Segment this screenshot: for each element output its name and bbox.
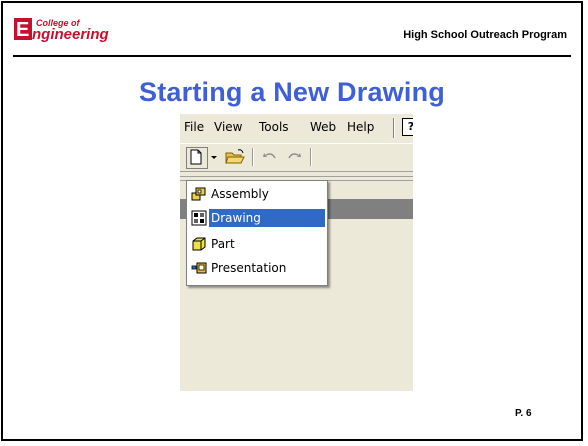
college-of-engineering-logo: E College of ngineering	[14, 18, 109, 42]
menu-web[interactable]: Web	[310, 120, 336, 134]
menu-view[interactable]: View	[214, 120, 242, 134]
drawing-icon	[191, 210, 207, 226]
undo-button[interactable]	[259, 147, 281, 167]
toolbar-separator	[252, 148, 254, 166]
menu-bar: File View Tools Web Help ?	[180, 114, 413, 141]
svg-text:E: E	[16, 19, 29, 41]
dropdown-item-label: Part	[211, 237, 235, 251]
assembly-icon	[191, 187, 206, 201]
program-title: High School Outreach Program	[403, 29, 567, 41]
app-screenshot: File View Tools Web Help ?	[180, 114, 413, 391]
dropdown-item-label: Drawing	[209, 209, 325, 227]
menu-help[interactable]: Help	[347, 120, 374, 134]
redo-icon	[288, 153, 301, 159]
slide: E College of ngineering High School Outr…	[1, 1, 583, 441]
menu-web-label: Web	[310, 120, 337, 134]
page-number: P. 6	[515, 408, 532, 419]
toolbar-separator	[310, 148, 312, 166]
redo-button[interactable]	[283, 147, 305, 167]
menu-file-label: File	[184, 120, 205, 134]
menu-tools[interactable]: Tools	[259, 120, 289, 134]
menu-separator	[393, 118, 395, 138]
dropdown-item-label: Assembly	[211, 187, 269, 201]
help-icon[interactable]: ?	[402, 118, 413, 136]
dropdown-item-part[interactable]: Part	[189, 233, 325, 255]
svg-text:ngineering: ngineering	[32, 26, 109, 42]
dropdown-arrow-icon	[211, 156, 217, 159]
new-document-button[interactable]	[186, 147, 208, 169]
dropdown-item-drawing[interactable]: Drawing	[189, 207, 325, 229]
menu-file[interactable]: File	[184, 120, 204, 134]
new-file-dropdown: Assembly Drawing Part Presentation	[186, 180, 328, 286]
presentation-icon	[191, 262, 207, 274]
part-icon	[192, 237, 206, 251]
menu-view-label: View	[214, 120, 243, 134]
dropdown-item-assembly[interactable]: Assembly	[189, 183, 325, 205]
undo-icon	[263, 153, 276, 159]
dropdown-item-label: Presentation	[211, 261, 287, 275]
divider-line	[180, 171, 413, 172]
new-document-icon	[190, 149, 202, 165]
new-dropdown-button[interactable]	[208, 147, 220, 167]
page-title: Starting a New Drawing	[139, 77, 445, 107]
dropdown-item-presentation[interactable]: Presentation	[189, 257, 325, 279]
divider-line	[180, 176, 413, 177]
menu-help-label: Help	[347, 120, 375, 134]
open-folder-icon	[225, 149, 245, 164]
menu-tools-label: Tools	[259, 120, 289, 134]
open-button[interactable]	[224, 147, 246, 167]
toolbar	[180, 143, 413, 170]
header-divider	[13, 55, 571, 57]
